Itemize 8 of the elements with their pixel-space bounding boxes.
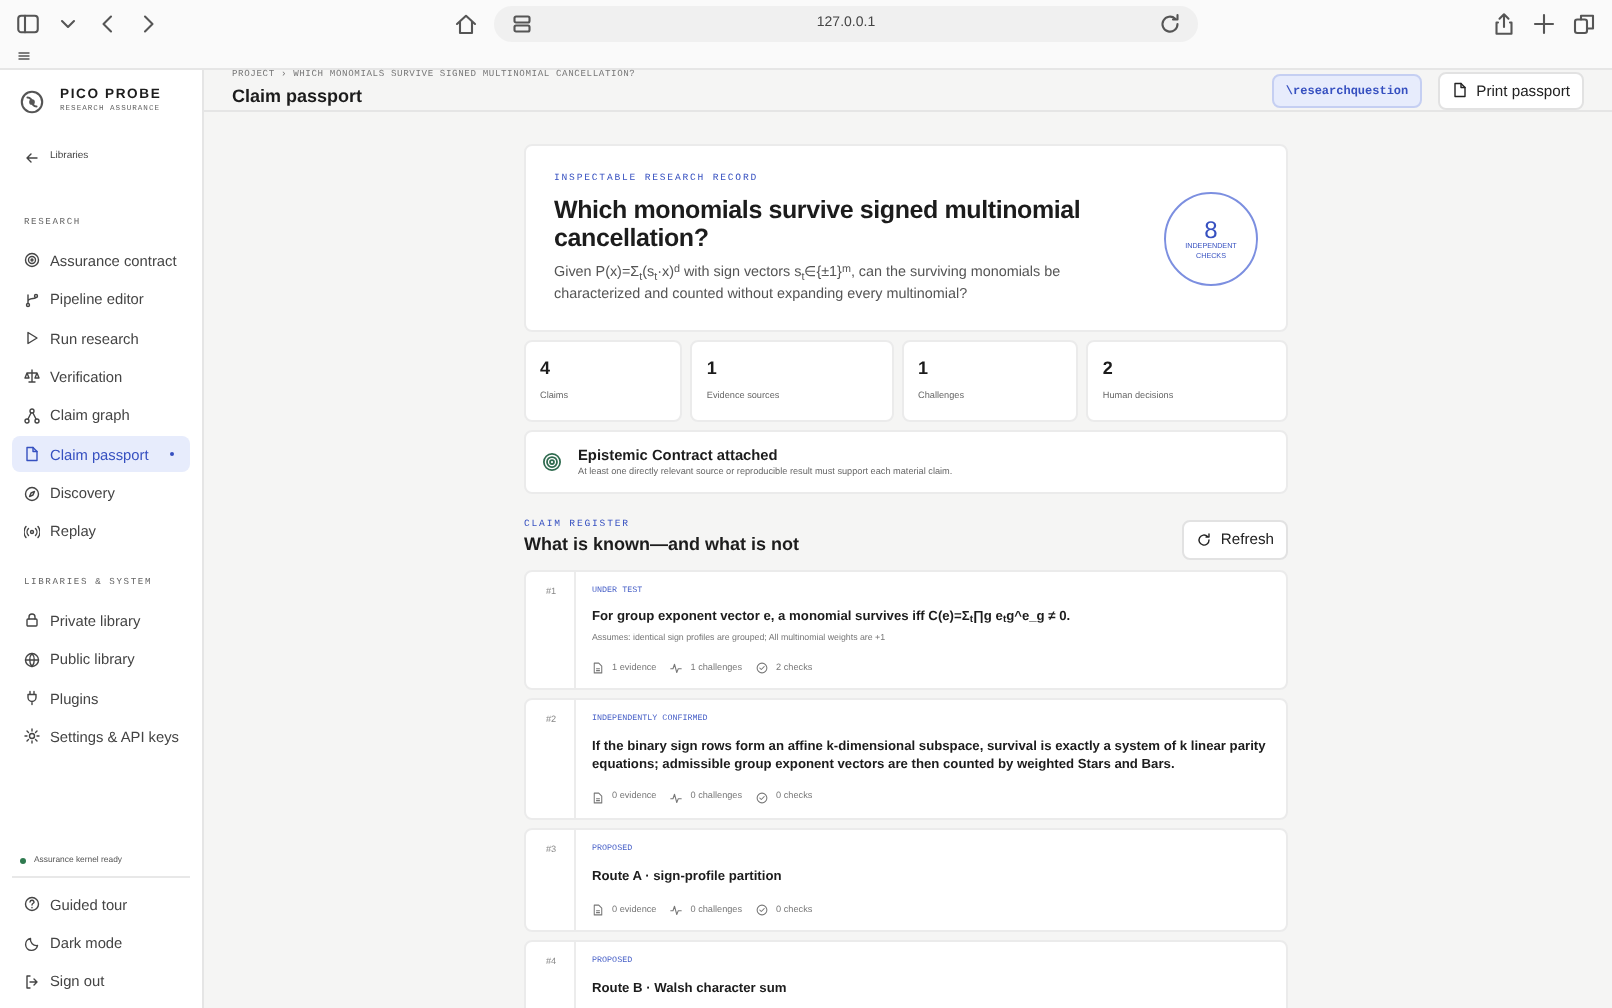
stat-value: 1 [706, 355, 719, 382]
stat-value: 2 [1102, 355, 1115, 382]
section-title: What is known—and what is not [524, 532, 802, 559]
checks-count: 8 [1204, 217, 1218, 242]
page-title: Claim passport [232, 83, 365, 110]
question-title: Which monomials survive signed multinomial cancellation? [554, 195, 1083, 253]
stat-value: 1 [918, 355, 931, 382]
stat-value: 4 [540, 355, 553, 382]
